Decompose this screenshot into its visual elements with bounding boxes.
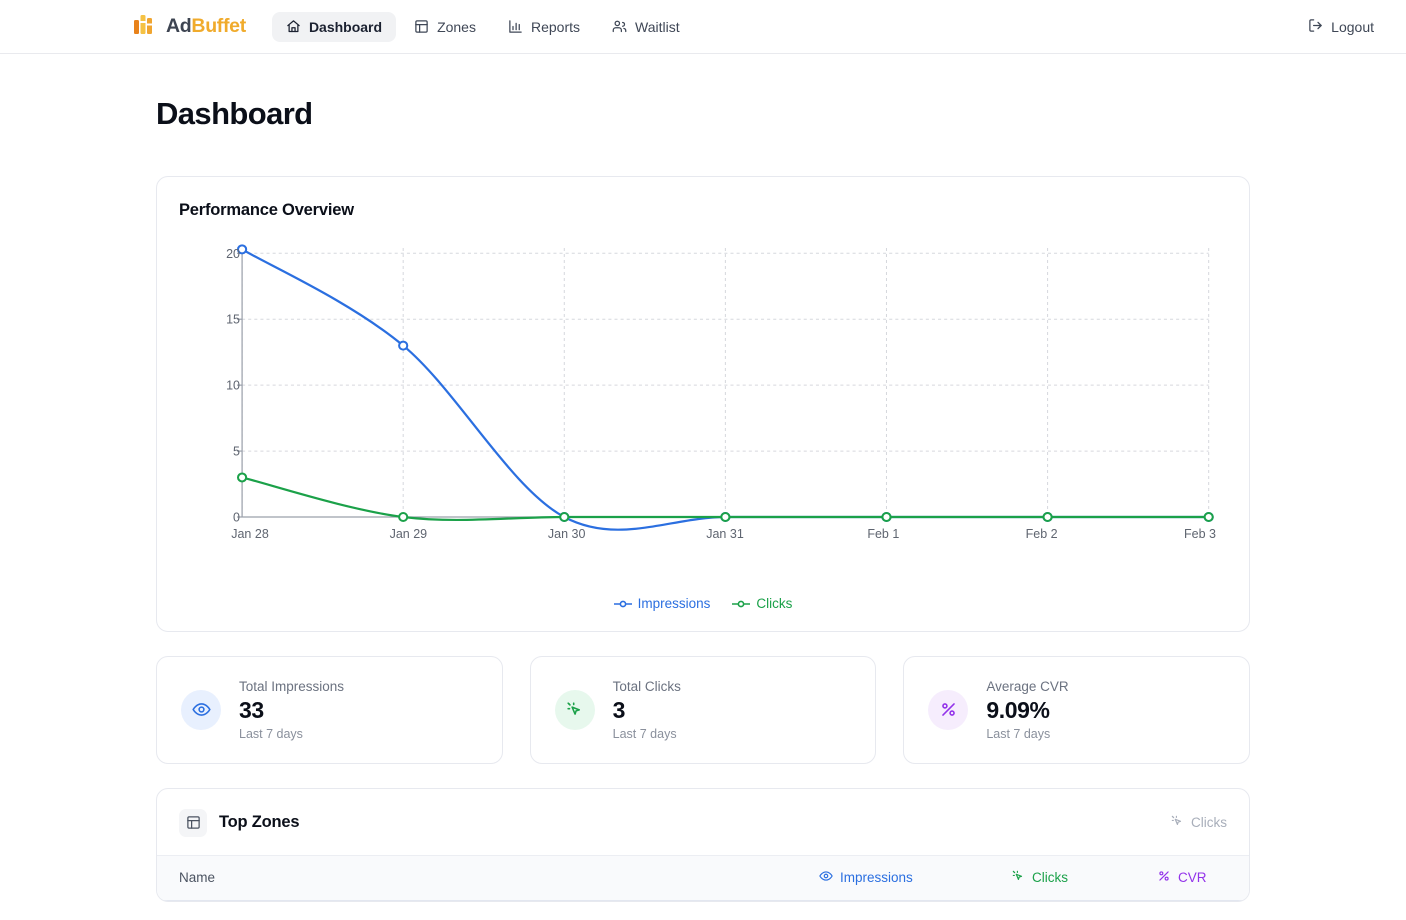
stat-value: 3 — [612, 697, 626, 723]
column-header-name-label: Name — [179, 870, 216, 886]
top-zones-title: Top Zones — [219, 813, 300, 832]
users-icon — [612, 19, 627, 34]
legend-item-clicks[interactable]: Clicks — [732, 596, 792, 611]
stat-card-body: Total Clicks 3 Last 7 days — [613, 679, 681, 741]
column-header-name[interactable]: Name — [179, 870, 819, 885]
percent-icon — [1157, 869, 1171, 886]
column-header-cvr[interactable]: CVR — [1157, 869, 1227, 886]
brand-logo[interactable]: AdBuffet — [133, 12, 246, 41]
stat-subtext: Last 7 days — [239, 726, 303, 741]
panel-layout-icon — [179, 808, 207, 837]
column-header-impressions-label: Impressions — [840, 870, 913, 886]
nav-label-dashboard: Dashboard — [308, 18, 383, 35]
legend-label-impressions: Impressions — [637, 596, 711, 611]
column-header-clicks-label: Clicks — [1032, 870, 1068, 886]
nav-item-waitlist[interactable]: Waitlist — [598, 12, 694, 42]
mouse-pointer-click-icon — [554, 689, 595, 730]
logout-label: Logout — [1331, 18, 1374, 35]
column-header-cvr-label: CVR — [1178, 870, 1207, 886]
nav-label-zones: Zones — [437, 18, 476, 35]
bar-chart-icon — [508, 19, 523, 34]
performance-overview-card: Performance Overview 0 5 10 15 20 Jan 28 Jan 2… — [156, 176, 1250, 632]
stat-card-body: Average CVR 9.09% Last 7 days — [986, 679, 1068, 741]
legend-label-clicks: Clicks — [756, 596, 793, 611]
bar-chart-logo-icon — [133, 12, 157, 41]
top-zones-card: Top Zones Clicks Name Impressions Clicks… — [156, 787, 1250, 902]
column-header-clicks[interactable]: Clicks — [1011, 869, 1157, 886]
legend-marker-clicks — [732, 600, 751, 607]
log-out-icon — [1308, 18, 1323, 36]
mouse-pointer-click-icon — [1170, 814, 1184, 831]
top-zones-header-metric: Clicks — [1170, 814, 1227, 831]
performance-overview-title: Performance Overview — [179, 201, 354, 219]
chart-axis — [236, 248, 1209, 518]
stat-value: 33 — [239, 697, 264, 723]
legend-item-impressions[interactable]: Impressions — [613, 596, 711, 611]
stat-card-total-impressions: Total Impressions 33 Last 7 days — [156, 656, 503, 764]
stat-card-body: Total Impressions 33 Last 7 days — [239, 679, 344, 741]
performance-chart[interactable]: 0 5 10 15 20 Jan 28 Jan 29 Jan 30 Jan 31 Feb 1 Feb… — [179, 234, 1227, 594]
main-nav: Dashboard Zones Reports Waitlist — [271, 11, 694, 42]
eye-icon — [819, 869, 833, 886]
nav-item-dashboard[interactable]: Dashboard — [271, 11, 397, 42]
stat-value: 9.09% — [986, 697, 1050, 723]
eye-icon — [181, 689, 221, 730]
stat-cards: Total Impressions 33 Last 7 days Total C… — [156, 656, 1250, 764]
page-content: Dashboard Performance Overview 0 5 10 15 20 J… — [0, 54, 1406, 902]
nav-item-reports[interactable]: Reports — [494, 12, 594, 42]
percent-icon — [928, 689, 969, 730]
top-zones-header-metric-label: Clicks — [1191, 815, 1227, 831]
nav-item-zones[interactable]: Zones — [400, 12, 490, 42]
brand-name-primary: Ad — [166, 15, 192, 37]
stat-subtext: Last 7 days — [612, 726, 677, 741]
stat-label: Average CVR — [986, 679, 1069, 694]
stat-card-average-cvr: Average CVR 9.09% Last 7 days — [903, 656, 1250, 764]
page-title: Dashboard — [156, 96, 313, 131]
stat-card-total-clicks: Total Clicks 3 Last 7 days — [529, 656, 877, 764]
logout-button[interactable]: Logout — [1300, 11, 1382, 43]
legend-marker-impressions — [613, 600, 632, 607]
home-icon — [286, 19, 301, 34]
chart-legend: Impressions Clicks — [179, 596, 1227, 611]
panel-layout-icon — [414, 19, 429, 34]
nav-label-waitlist: Waitlist — [635, 18, 680, 35]
column-header-impressions[interactable]: Impressions — [819, 869, 1011, 886]
stat-label: Total Clicks — [612, 679, 681, 694]
chart-gridlines — [241, 248, 1210, 518]
brand-name-secondary: Buffet — [191, 15, 246, 37]
stat-label: Total Impressions — [239, 679, 345, 694]
mouse-pointer-click-icon — [1011, 869, 1025, 886]
nav-label-reports: Reports — [530, 18, 581, 35]
top-navigation-bar: AdBuffet Dashboard Zones Reports Waitlis… — [0, 0, 1406, 54]
top-zones-header: Top Zones Clicks — [157, 789, 1249, 855]
stat-subtext: Last 7 days — [986, 726, 1051, 741]
top-zones-table-header: Name Impressions Clicks CVR — [157, 854, 1249, 901]
chart-canvas — [236, 244, 1214, 531]
